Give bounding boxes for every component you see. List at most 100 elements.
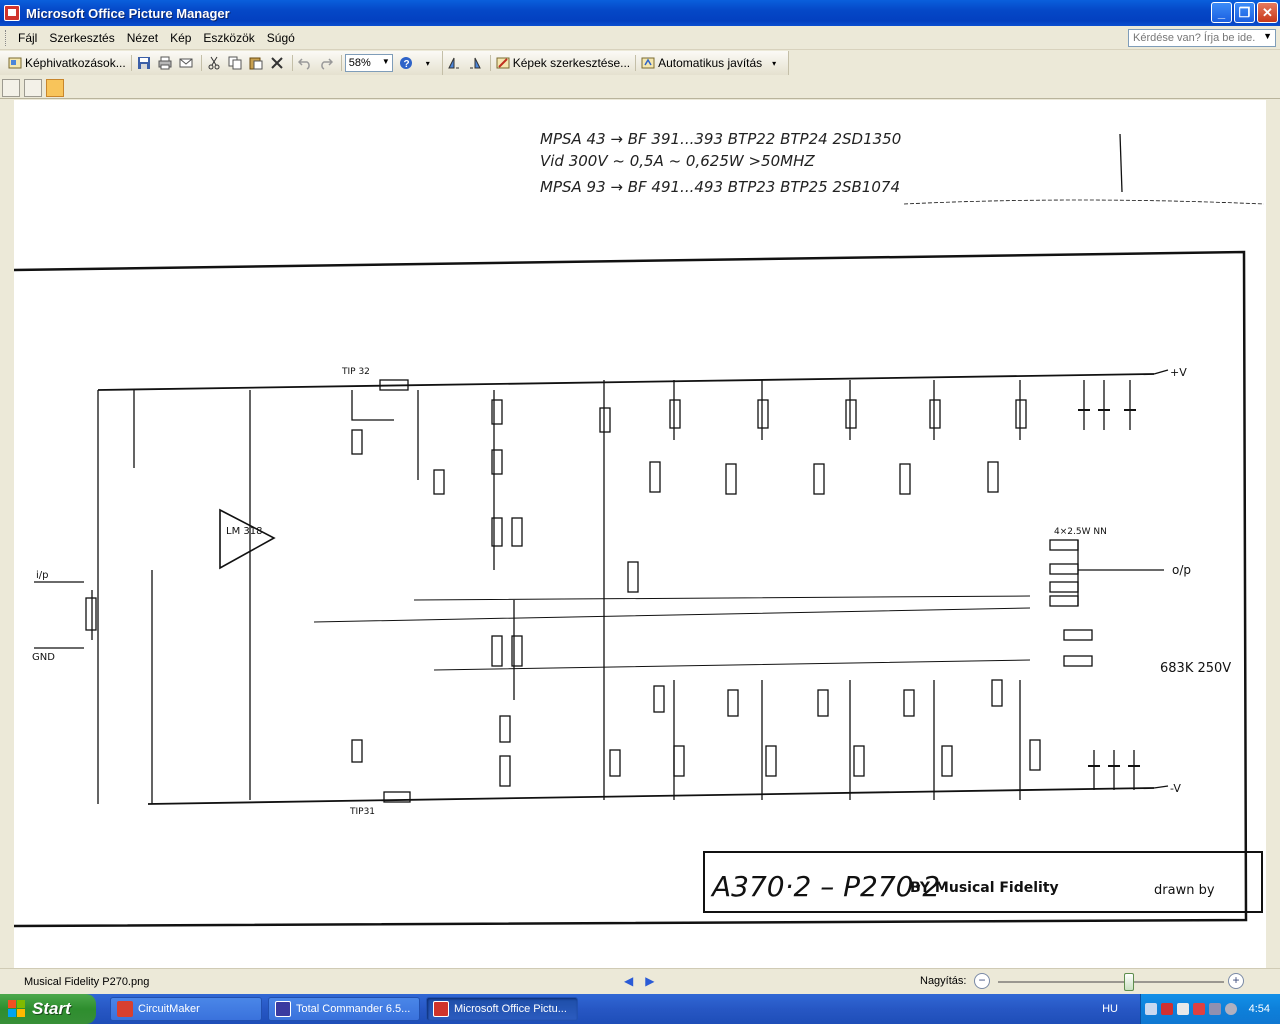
paste-button[interactable]: [247, 53, 268, 73]
zoom-in-icon[interactable]: +: [1228, 973, 1244, 989]
cut-button[interactable]: [205, 53, 226, 73]
previous-picture-icon[interactable]: ◀: [624, 974, 633, 988]
update-icon[interactable]: [1225, 1003, 1237, 1015]
title-bar: Microsoft Office Picture Manager _ ❐ ✕: [0, 0, 1280, 26]
copy-button[interactable]: [226, 53, 247, 73]
input-label: i/p: [36, 570, 49, 581]
menu-tools[interactable]: Eszközök: [197, 29, 260, 47]
window-controls: _ ❐ ✕: [1211, 2, 1278, 23]
note-line-3: MPSA 93 → BF 491...493 BTP23 BTP25 2SB10…: [540, 178, 900, 196]
gnd-label: GND: [32, 652, 55, 663]
maximize-button[interactable]: ❐: [1234, 2, 1255, 23]
picture-shortcuts-label: Képhivatkozások...: [25, 56, 126, 70]
toolbar-separator: [200, 55, 202, 71]
zoom-out-icon[interactable]: −: [974, 973, 990, 989]
taskbar-item-picture-manager[interactable]: Microsoft Office Pictu...: [426, 997, 578, 1021]
menu-bar: Fájl Szerkesztés Nézet Kép Eszközök Súgó…: [0, 26, 1280, 50]
toolbar-separator: [340, 55, 342, 71]
plus-v-label: +V: [1170, 366, 1187, 379]
picture-shortcuts-button[interactable]: Képhivatkozások...: [6, 53, 128, 73]
svg-text:?: ?: [403, 59, 409, 70]
cap-note-label: 683K 250V: [1160, 661, 1231, 676]
picture-canvas[interactable]: MPSA 43 → BF 391...393 BTP22 BTP24 2SD13…: [0, 100, 1280, 968]
picture-manager-icon: [433, 1001, 449, 1017]
zoom-dropdown-arrow-icon[interactable]: ▼: [382, 57, 390, 66]
ic-label: LM 318: [226, 526, 262, 537]
scissors-icon: [208, 56, 220, 70]
auto-correct-button[interactable]: Automatikus javítás: [639, 53, 764, 73]
rotate-right-icon: [469, 57, 481, 69]
zoom-slider-track[interactable]: [998, 981, 1224, 983]
filmstrip-view-icon[interactable]: [24, 78, 42, 97]
window-title: Microsoft Office Picture Manager: [26, 5, 230, 21]
print-button[interactable]: [156, 53, 177, 73]
menu-help[interactable]: Súgó: [261, 29, 301, 47]
language-indicator[interactable]: HU: [1102, 1003, 1118, 1015]
email-button[interactable]: [177, 53, 198, 73]
close-button[interactable]: ✕: [1257, 2, 1278, 23]
help-search-input[interactable]: Kérdése van? Írja be ide. ▼: [1128, 29, 1276, 47]
help-button[interactable]: ?: [397, 53, 418, 73]
menu-edit[interactable]: Szerkesztés: [43, 29, 120, 47]
thumbnail-view-icon[interactable]: [2, 78, 20, 97]
edit-pictures-label: Képek szerkesztése...: [512, 56, 631, 70]
toolbar-options-chevron-icon[interactable]: ▾: [764, 53, 784, 73]
output-label: o/p: [1172, 563, 1191, 577]
next-picture-icon[interactable]: ▶: [645, 974, 654, 988]
edit-pictures-icon: [496, 57, 510, 69]
taskbar-item-total-commander[interactable]: Total Commander 6.5...: [268, 997, 420, 1021]
security-shield-icon[interactable]: [1161, 1003, 1173, 1015]
menu-file[interactable]: Fájl: [12, 29, 43, 47]
toolbar-separator: [291, 55, 293, 71]
help-icon: ?: [399, 57, 412, 70]
volume-icon[interactable]: [1177, 1003, 1189, 1015]
menu-grip-icon: [5, 29, 8, 46]
bluetooth-icon[interactable]: [1209, 1003, 1221, 1015]
delete-button[interactable]: [268, 53, 289, 73]
rotate-left-button[interactable]: [445, 53, 466, 73]
tip31-label: TIP31: [349, 807, 375, 817]
help-search-placeholder: Kérdése van? Írja be ide.: [1133, 32, 1256, 44]
tip32-label: TIP 32: [341, 367, 370, 377]
menu-view[interactable]: Nézet: [121, 29, 164, 47]
zoom-label: Nagyítás:: [920, 975, 967, 987]
copy-icon: [228, 56, 242, 70]
print-icon: [158, 56, 172, 70]
save-button[interactable]: [135, 53, 156, 73]
single-picture-view-icon[interactable]: [46, 78, 64, 97]
system-tray: 4:54: [1140, 994, 1280, 1024]
drawn-by-label: drawn by: [1154, 883, 1215, 898]
edit-pictures-button[interactable]: Képek szerkesztése...: [494, 53, 632, 73]
schematic-by: BY Musical Fidelity: [910, 880, 1059, 896]
toolbar-options-chevron-icon[interactable]: ▾: [418, 53, 438, 73]
taskbar-item-label: CircuitMaker: [138, 1003, 200, 1015]
taskbar-item-label: Total Commander 6.5...: [296, 1003, 411, 1015]
undo-button[interactable]: [296, 53, 317, 73]
standard-toolbar: Képhivatkozások... 58% ▼ ? ▾ Képek szerk…: [0, 51, 1280, 75]
undo-icon: [297, 58, 310, 70]
redo-icon: [320, 58, 333, 70]
minimize-button[interactable]: _: [1211, 2, 1232, 23]
paste-icon: [249, 57, 263, 70]
floppy-disk-icon: [275, 1001, 291, 1017]
dropdown-arrow-icon[interactable]: ▼: [1263, 31, 1272, 41]
zoom-select[interactable]: 58% ▼: [344, 54, 393, 72]
toolbar-separator: [489, 55, 491, 71]
antivirus-icon[interactable]: [1193, 1003, 1205, 1015]
network-icon[interactable]: [1145, 1003, 1157, 1015]
picture-manager-icon: [4, 5, 20, 21]
schematic-title: A370·2 – P270·2: [710, 870, 940, 903]
auto-correct-icon: [641, 57, 655, 69]
zoom-slider-thumb[interactable]: [1124, 973, 1135, 991]
redo-button[interactable]: [317, 53, 338, 73]
output-resistors-label: 4×2.5W NN: [1054, 527, 1107, 537]
rotate-right-button[interactable]: [466, 53, 487, 73]
zoom-slider-control: − +: [970, 972, 1260, 992]
taskbar-item-label: Microsoft Office Pictu...: [454, 1003, 567, 1015]
status-filename: Musical Fidelity P270.png: [24, 975, 150, 988]
start-button[interactable]: Start: [0, 994, 96, 1024]
taskbar-item-circuitmaker[interactable]: CircuitMaker: [110, 997, 262, 1021]
schematic-image: MPSA 43 → BF 391...393 BTP22 BTP24 2SD13…: [14, 130, 1265, 928]
menu-picture[interactable]: Kép: [164, 29, 197, 47]
status-bar: Musical Fidelity P270.png ◀ ▶ Nagyítás: …: [0, 968, 1280, 994]
